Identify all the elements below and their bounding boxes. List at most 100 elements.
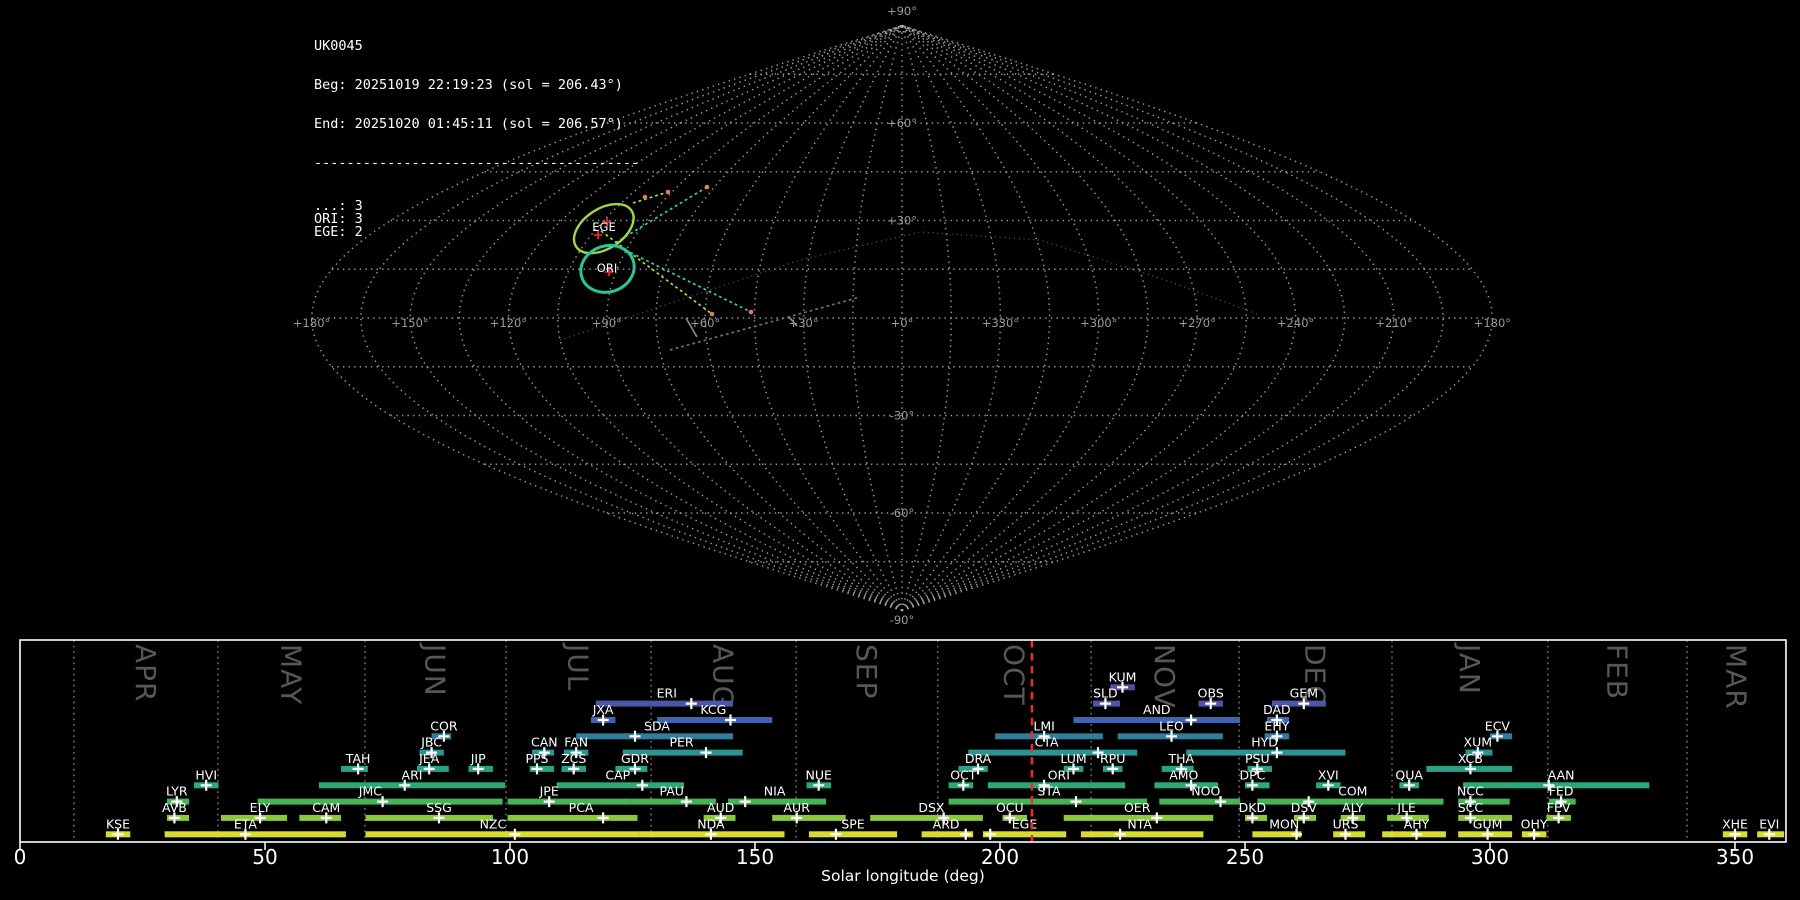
shower-label-AND: AND xyxy=(1143,702,1171,717)
month-label-oct: OCT xyxy=(997,644,1030,706)
timeline-panel: APR MAY JUN JUL AUG SEP OCT NOV DEC JAN FEB MARKUME… xyxy=(14,639,1787,885)
shower-label-JLE: JLE xyxy=(1396,800,1416,815)
month-label-jan: JAN xyxy=(1453,642,1486,695)
shower-label-NDA: NDA xyxy=(697,816,725,831)
ra-label: +60° xyxy=(690,316,720,330)
observation-end: End: 20251020 01:45:11 (sol = 206.57°) xyxy=(314,116,623,132)
latitude-label: +60° xyxy=(887,116,917,130)
month-label-jul: JUL xyxy=(562,642,595,691)
month-label-aug: AUG xyxy=(707,644,740,708)
shower-label-TAH: TAH xyxy=(345,751,371,766)
shower-label-ETA: ETA xyxy=(234,816,258,831)
shower-bar-AUR xyxy=(772,814,846,821)
shower-label-NTA: NTA xyxy=(1127,816,1152,831)
ra-label: +90° xyxy=(592,316,622,330)
axis-tick-label: 150 xyxy=(736,845,774,869)
shower-label-GDR: GDR xyxy=(621,751,649,766)
ra-label: +150° xyxy=(391,316,428,330)
shower-label-SPE: SPE xyxy=(841,816,864,831)
meteor-chart-screen: +90° -90° +60° +30° -30° -60° +180° +150° +120° +… xyxy=(0,0,1800,900)
month-label-nov: NOV xyxy=(1148,644,1181,709)
shower-label-NIA: NIA xyxy=(764,784,786,799)
shower-label-AMO: AMO xyxy=(1169,767,1198,782)
shower-peak-SDA xyxy=(629,730,641,742)
shower-label-GUM: GUM xyxy=(1473,816,1503,831)
shower-bar-DSX xyxy=(870,814,983,821)
ra-label: +240° xyxy=(1277,316,1314,330)
axis-tick-label: 100 xyxy=(491,845,529,869)
shower-peak-NZC xyxy=(509,828,521,840)
ra-label: +180° xyxy=(293,316,330,330)
shower-label-ARI: ARI xyxy=(402,767,423,782)
shower-label-LYR: LYR xyxy=(166,784,188,799)
shower-bar-ARI xyxy=(318,782,506,789)
shower-label-FAN: FAN xyxy=(564,735,588,750)
station-id: UK0045 xyxy=(314,38,363,54)
month-label-feb: FEB xyxy=(1600,644,1633,700)
shower-label-LEO: LEO xyxy=(1159,718,1184,733)
pole-label: +90° xyxy=(887,4,917,18)
shower-peak-OER xyxy=(1151,812,1163,824)
latitude-label: -30° xyxy=(890,409,915,423)
shower-label-CAP: CAP xyxy=(605,767,630,782)
station-header: UK0045 Beg: 20251019 22:19:23 (sol = 206… xyxy=(314,14,639,265)
shower-label-PSU: PSU xyxy=(1245,751,1270,766)
ra-label: +210° xyxy=(1375,316,1412,330)
axis-tick-label: 250 xyxy=(1226,845,1264,869)
shower-bar-NTA xyxy=(1080,831,1204,838)
shower-label-CTA: CTA xyxy=(1035,735,1059,750)
shower-label-ECV: ECV xyxy=(1485,718,1511,733)
shower-label-OHY: OHY xyxy=(1521,816,1548,831)
header-separator: ---------------------------------------- xyxy=(314,155,640,171)
shower-bar-SSG xyxy=(365,814,493,821)
shower-label-JBC: JBC xyxy=(420,735,442,750)
shower-peak-NTA xyxy=(1114,828,1126,840)
shower-bar-SDA xyxy=(576,733,733,740)
shower-label-NOO: NOO xyxy=(1191,784,1220,799)
shower-label-QUA: QUA xyxy=(1395,767,1423,782)
shower-label-OCT: OCT xyxy=(950,767,977,782)
shower-label-MON: MON xyxy=(1269,816,1299,831)
month-label-mar: MAR xyxy=(1719,644,1752,710)
shower-label-DAD: DAD xyxy=(1263,702,1291,717)
shower-peak-SPE xyxy=(830,828,842,840)
latitude-label: -60° xyxy=(890,506,915,520)
track-end-dot xyxy=(709,311,715,317)
ra-label: +330° xyxy=(982,316,1019,330)
month-label-apr: APR xyxy=(129,644,162,703)
shower-label-ELY: ELY xyxy=(250,800,271,815)
shower-peak-EGE xyxy=(984,828,996,840)
month-label-sep: SEP xyxy=(850,644,883,699)
shower-label-HVI: HVI xyxy=(195,767,217,782)
axis-tick-label: 200 xyxy=(981,845,1019,869)
shower-label-URS: URS xyxy=(1333,816,1359,831)
ra-label: +120° xyxy=(490,316,527,330)
ra-label: +270° xyxy=(1179,316,1216,330)
shower-peak-STA xyxy=(1070,796,1082,808)
shower-label-HYD: HYD xyxy=(1251,735,1278,750)
shower-label-JPE: JPE xyxy=(539,784,559,799)
shower-peak-NIA xyxy=(739,796,751,808)
month-label-jun: JUN xyxy=(419,642,452,697)
month-label-may: MAY xyxy=(274,644,307,705)
axis-tick-label: 300 xyxy=(1471,845,1509,869)
shower-bar-PAU xyxy=(630,798,716,805)
shower-label-AHY: AHY xyxy=(1404,816,1430,831)
shower-label-JEA: JEA xyxy=(418,751,440,766)
shower-label-NCC: NCC xyxy=(1457,784,1484,799)
shower-label-ORI: ORI xyxy=(1048,767,1070,782)
shower-label-KUM: KUM xyxy=(1109,669,1137,684)
track-end-dot xyxy=(748,309,754,315)
axis-tick-label: 0 xyxy=(14,845,27,869)
track-end-dot xyxy=(704,184,710,190)
shower-label-LMI: LMI xyxy=(1033,718,1054,733)
track-end-dot xyxy=(665,189,671,195)
shower-label-OER: OER xyxy=(1124,800,1151,815)
shower-bar-CAM xyxy=(299,814,341,821)
shower-label-XCB: XCB xyxy=(1458,751,1483,766)
shower-label-ALY: ALY xyxy=(1342,800,1364,815)
shower-label-EHY: EHY xyxy=(1264,718,1289,733)
shower-label-FEV: FEV xyxy=(1547,800,1571,815)
shower-label-SSG: SSG xyxy=(426,800,452,815)
shower-label-SDA: SDA xyxy=(644,718,670,733)
